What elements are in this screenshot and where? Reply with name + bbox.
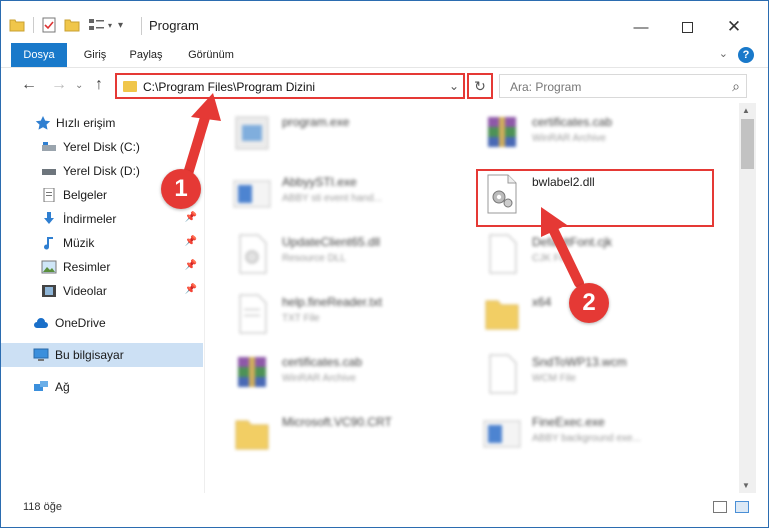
step-badge-1: 1 [161, 169, 201, 209]
explorer-window: ▾ ▾ Program — ✕ Dosya Giriş Paylaş Görün… [0, 0, 769, 528]
arrow-2-icon [541, 207, 584, 288]
step-badge-2: 2 [569, 283, 609, 323]
arrow-1-icon [182, 93, 221, 182]
annotation-overlay [182, 93, 584, 288]
